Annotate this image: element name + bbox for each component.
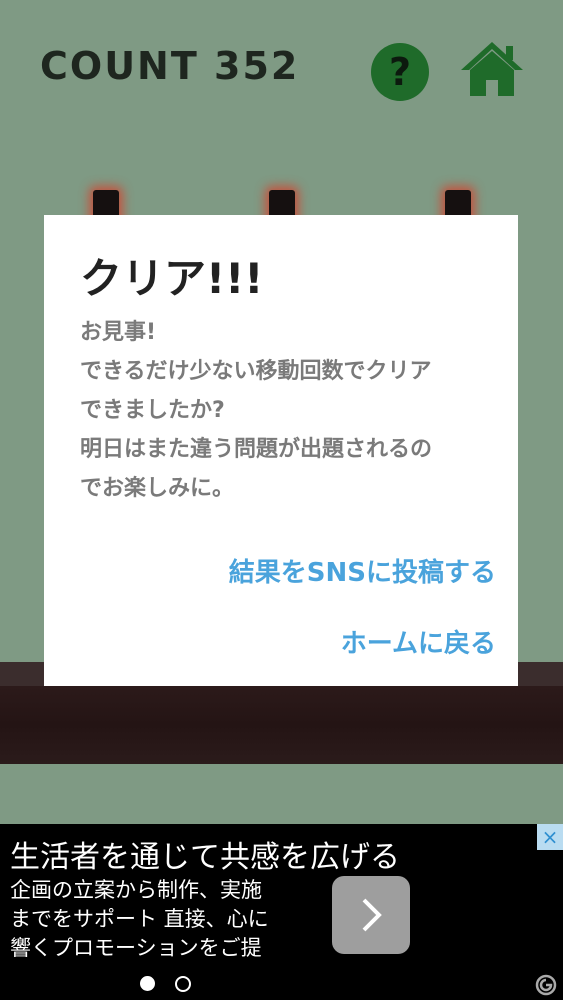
- move-counter: COUNT 352: [40, 44, 300, 88]
- ad-description[interactable]: 企画の立案から制作、実施 までをサポート 直接、心に 響くプロモーションをご提: [10, 876, 330, 963]
- dialog-message-line: お見事!: [80, 320, 157, 345]
- dialog-message-line: でお楽しみに。: [80, 476, 235, 501]
- ad-description-line: 響くプロモーションをご提: [10, 936, 262, 960]
- ad-close-button[interactable]: ×: [537, 824, 563, 850]
- home-button[interactable]: [459, 40, 525, 98]
- ad-arrow-button[interactable]: [332, 876, 410, 954]
- share-sns-link[interactable]: 結果をSNSに投稿する: [229, 552, 496, 589]
- wooden-shelf: [0, 686, 563, 764]
- dialog-message-line: できましたか?: [80, 398, 225, 423]
- page-dot-inactive[interactable]: [175, 976, 191, 992]
- ad-description-line: までをサポート 直接、心に: [10, 907, 269, 931]
- dialog-title: クリア!!!: [80, 254, 264, 303]
- ad-banner[interactable]: 生活者を通じて共感を広げる 企画の立案から制作、実施 までをサポート 直接、心に…: [0, 824, 563, 1000]
- question-icon: ?: [388, 50, 412, 94]
- chevron-right-icon: [362, 898, 382, 932]
- return-home-link[interactable]: ホームに戻る: [341, 623, 496, 660]
- page-dot-active[interactable]: [140, 976, 155, 991]
- clear-dialog: クリア!!! お見事! できるだけ少ない移動回数でクリア できましたか? 明日は…: [44, 215, 518, 686]
- dialog-message-line: 明日はまた違う問題が出題されるの: [80, 437, 433, 462]
- dialog-message: お見事! できるだけ少ない移動回数でクリア できましたか? 明日はまた違う問題が…: [80, 313, 500, 508]
- help-button[interactable]: ?: [371, 43, 429, 101]
- ad-headline[interactable]: 生活者を通じて共感を広げる: [10, 832, 400, 876]
- watermark-logo-icon: [535, 974, 557, 996]
- ad-description-line: 企画の立案から制作、実施: [10, 878, 262, 902]
- dialog-message-line: できるだけ少ない移動回数でクリア: [80, 359, 432, 384]
- home-icon: [461, 42, 523, 96]
- close-icon: ×: [541, 825, 559, 849]
